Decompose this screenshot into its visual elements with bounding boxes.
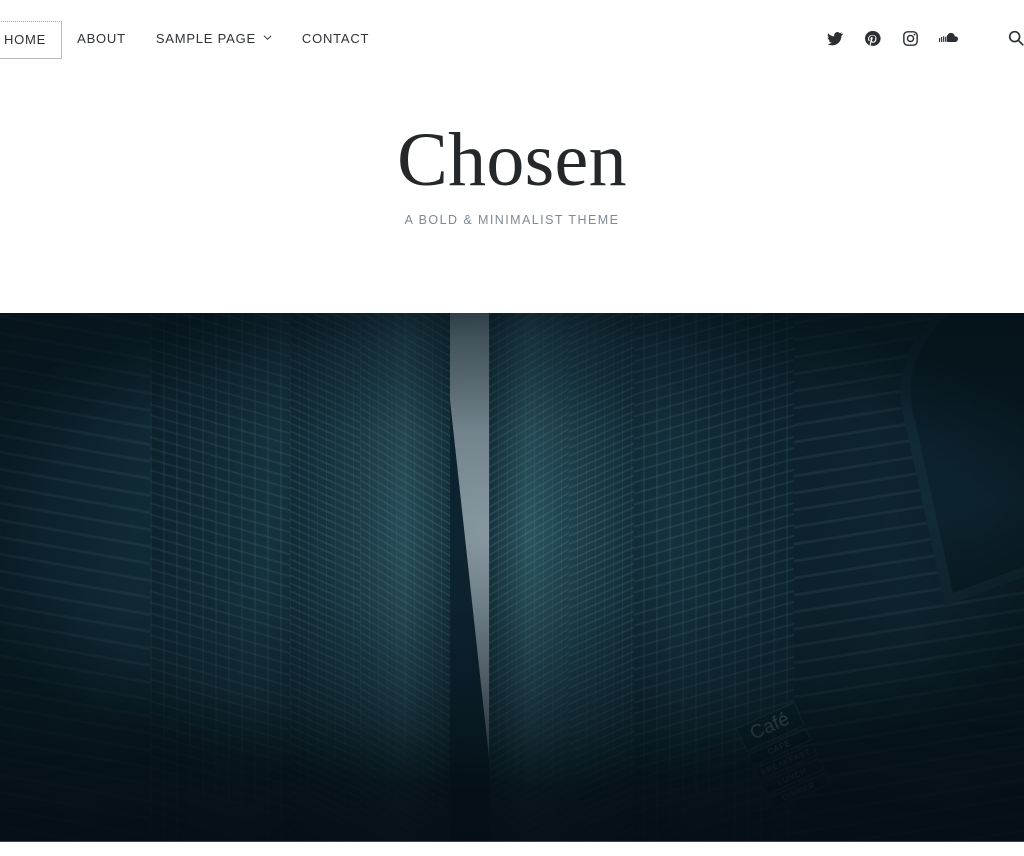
nav-item-label: HOME <box>4 32 47 47</box>
nav-item-label: SAMPLE PAGE <box>155 31 256 46</box>
soundcloud-icon[interactable] <box>938 28 958 48</box>
page-root: HOME ABOUT SAMPLE PAGE CONTACT Chosen A … <box>0 0 1024 856</box>
social-links <box>824 28 1024 48</box>
page-bottom-whitespace <box>0 842 1024 856</box>
nav-item-home[interactable]: HOME <box>0 21 63 59</box>
site-tagline: A BOLD & MINIMALIST THEME <box>404 213 620 227</box>
search-icon[interactable] <box>1006 28 1024 48</box>
nav-item-sample-page[interactable]: SAMPLE PAGE <box>141 21 287 57</box>
instagram-icon[interactable] <box>900 28 920 48</box>
site-title[interactable]: Chosen <box>0 118 1024 202</box>
nav-item-about[interactable]: ABOUT <box>62 21 141 57</box>
nav-item-label: ABOUT <box>77 31 126 46</box>
nav-item-contact[interactable]: CONTACT <box>287 21 384 57</box>
top-navigation-bar: HOME ABOUT SAMPLE PAGE CONTACT <box>0 0 1024 78</box>
hero-duotone-overlay <box>0 313 1024 842</box>
hero-photo: Café CAFE BREAKFAST LUNCH DINNER <box>0 313 1024 842</box>
hero-image: Café CAFE BREAKFAST LUNCH DINNER <box>0 313 1024 842</box>
pinterest-icon[interactable] <box>862 28 882 48</box>
nav-item-label: CONTACT <box>301 31 370 46</box>
chevron-down-icon <box>263 33 272 42</box>
twitter-icon[interactable] <box>824 28 844 48</box>
site-branding: Chosen A BOLD & MINIMALIST THEME <box>0 118 1024 229</box>
primary-navigation: HOME ABOUT SAMPLE PAGE CONTACT <box>0 21 384 59</box>
